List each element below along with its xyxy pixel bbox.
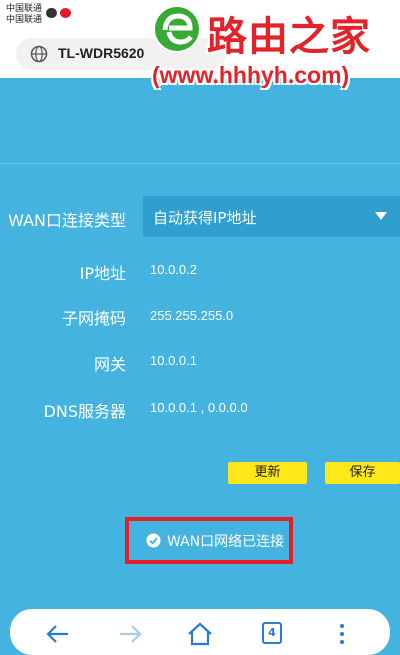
- wan-status-highlight: WAN口网络已连接: [125, 517, 293, 564]
- refresh-button[interactable]: 更新: [228, 462, 307, 484]
- wan-type-select[interactable]: 自动获得IP地址: [143, 196, 400, 237]
- watermark-url-text: (www.hhhyh.com): [152, 62, 350, 88]
- more-menu-icon[interactable]: [328, 620, 356, 648]
- tabs-count-icon[interactable]: 4: [262, 622, 282, 644]
- wan-status-text: WAN口网络已连接: [167, 534, 285, 550]
- subnet-mask-value: 255.255.255.0: [150, 308, 234, 323]
- ip-value: 10.0.0.2: [150, 262, 197, 277]
- watermark-brand-text: 路由之家: [207, 14, 371, 60]
- dropdown-arrow-icon: [375, 212, 387, 220]
- globe-icon: [30, 45, 48, 63]
- wan-type-label: WAN口连接类型: [8, 211, 126, 230]
- subnet-mask-label: 子网掩码: [61, 309, 126, 328]
- back-arrow-icon[interactable]: [44, 620, 72, 648]
- section-divider: [0, 163, 400, 164]
- check-circle-icon: [146, 533, 161, 548]
- wechat-icon: [46, 8, 57, 18]
- save-button[interactable]: 保存: [325, 462, 400, 484]
- home-icon[interactable]: [186, 620, 214, 648]
- gateway-value: 10.0.0.1: [150, 353, 197, 368]
- ip-label: IP地址: [79, 264, 126, 283]
- dns-value: 10.0.0.1 , 0.0.0.0: [150, 400, 248, 415]
- notification-icons: [46, 8, 71, 18]
- url-text: TL-WDR5620: [58, 45, 145, 61]
- gateway-label: 网关: [93, 355, 126, 374]
- forward-arrow-icon[interactable]: [116, 620, 144, 648]
- watermark-e-logo-icon: [153, 5, 201, 53]
- wan-type-selected-value: 自动获得IP地址: [153, 209, 257, 227]
- watermark-logo: 路由之家 (www.hhhyh.com): [150, 2, 400, 102]
- carrier-label-2: 中国联通: [6, 15, 43, 25]
- weibo-icon: [60, 8, 71, 18]
- carrier-label-1: 中国联通: [6, 4, 43, 14]
- dns-label: DNS服务器: [43, 402, 126, 421]
